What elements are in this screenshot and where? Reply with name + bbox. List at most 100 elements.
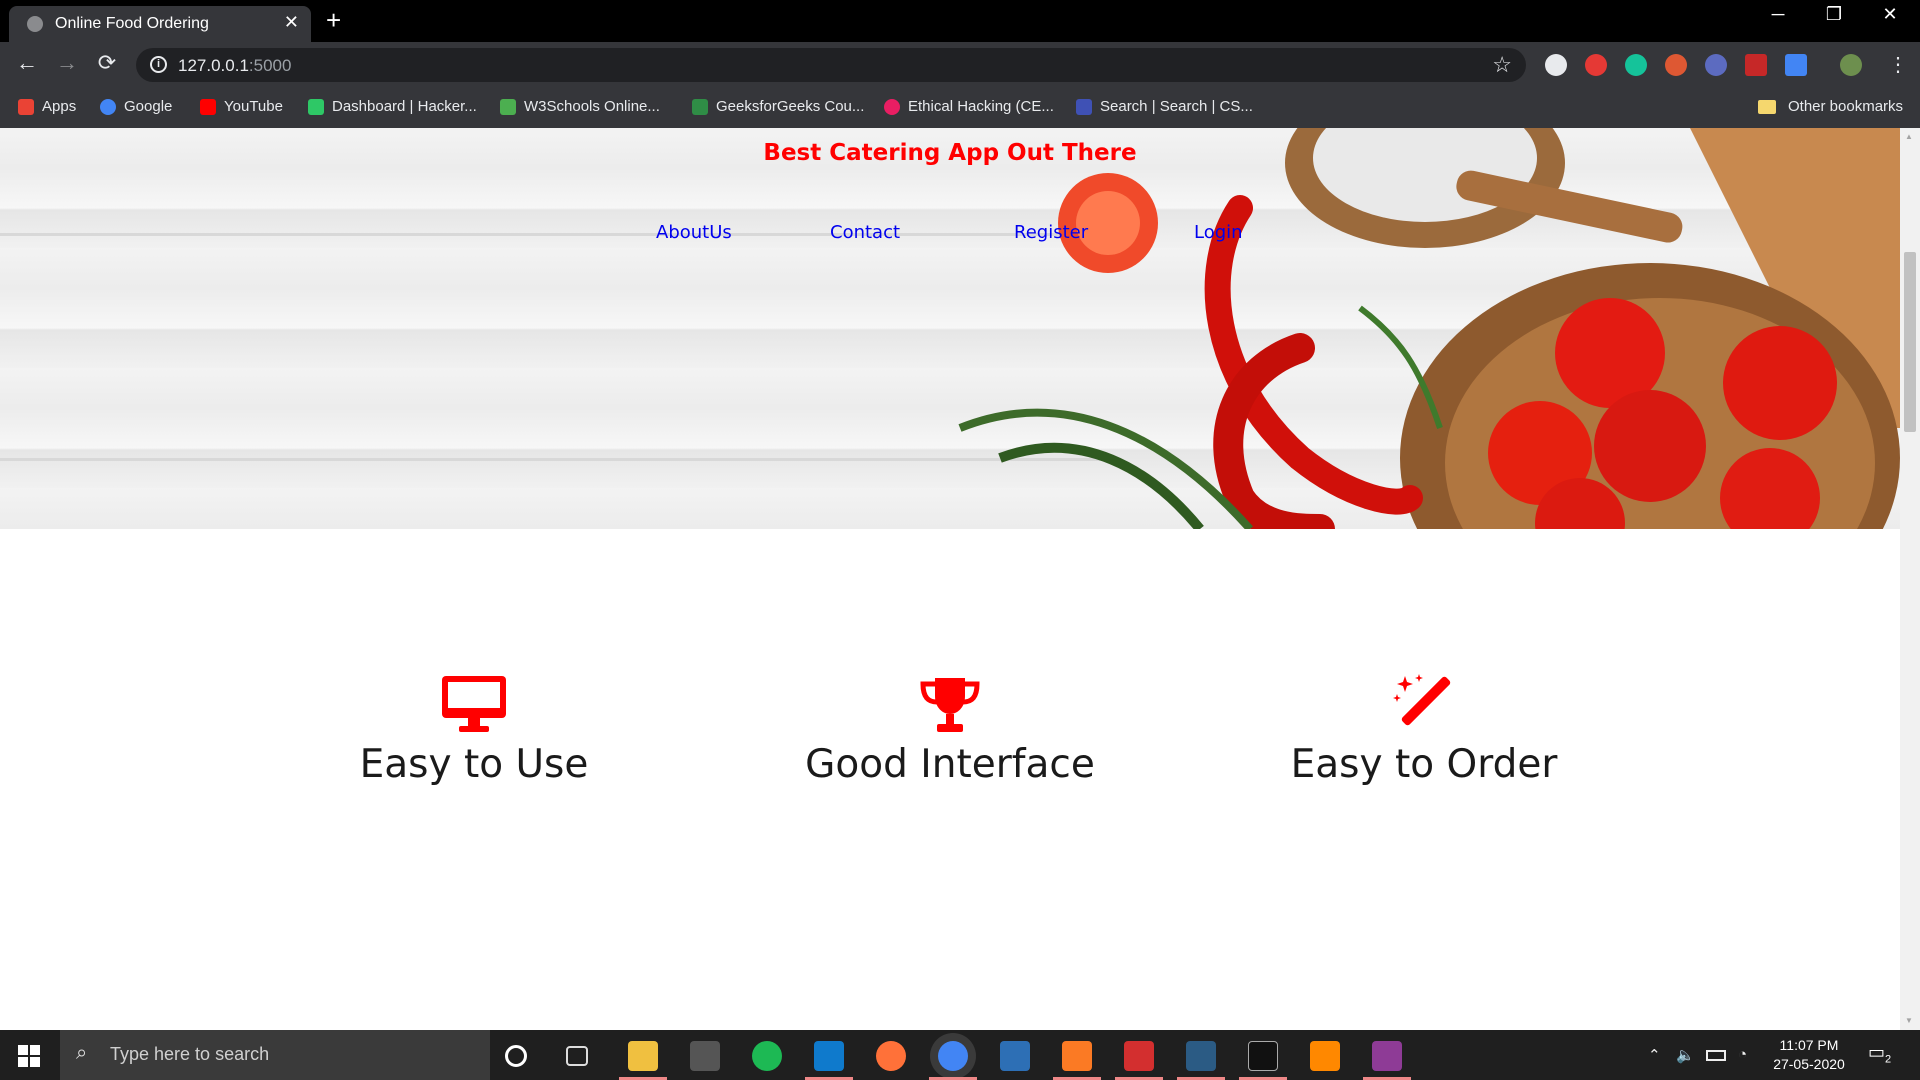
google-icon xyxy=(100,98,116,115)
bookmark-label: Apps xyxy=(42,98,77,115)
bookmark-apps[interactable]: Apps xyxy=(18,98,76,115)
tab-title: Online Food Ordering xyxy=(55,15,209,32)
battery-icon[interactable] xyxy=(1706,1050,1726,1061)
predator-sense-icon[interactable] xyxy=(690,1041,720,1071)
bookmark-label: GeeksforGeeks Cou... xyxy=(716,98,865,115)
site-title: Best Catering App Out There xyxy=(763,140,1137,166)
feature-title: Easy to Use xyxy=(359,742,589,787)
bookmark-search[interactable]: Search | Search | CS... xyxy=(1076,98,1253,115)
tab-close-icon[interactable]: ✕ xyxy=(284,12,299,33)
reload-button[interactable]: ⟳ xyxy=(92,50,122,76)
windows-start-icon[interactable] xyxy=(18,1045,40,1067)
volume-icon[interactable]: 🔈 xyxy=(1676,1046,1695,1064)
spotify-icon[interactable] xyxy=(752,1041,782,1071)
url-text: 127.0.0.1:5000 xyxy=(178,56,291,76)
ethical-hacking-icon xyxy=(884,98,900,115)
nav-link-contact[interactable]: Contact xyxy=(830,222,900,243)
bookmark-label: W3Schools Online... xyxy=(524,98,660,115)
geeksforgeeks-icon xyxy=(692,98,708,115)
tomato xyxy=(1594,390,1706,502)
vscode-icon[interactable] xyxy=(814,1041,844,1071)
bookmark-geeksforgeeks[interactable]: GeeksforGeeks Cou... xyxy=(692,98,864,115)
acrobat-icon[interactable] xyxy=(1124,1041,1154,1071)
bookmark-star-icon[interactable]: ☆ xyxy=(1492,52,1512,78)
grammarly-extension-icon[interactable] xyxy=(1625,54,1647,76)
address-bar[interactable]: i 127.0.0.1:5000 ☆ xyxy=(136,48,1526,82)
search-site-icon xyxy=(1076,98,1092,115)
scroll-down-icon[interactable]: ▼ xyxy=(1905,1016,1913,1025)
scrollbar-thumb[interactable] xyxy=(1904,252,1916,432)
chrome-icon[interactable] xyxy=(938,1041,968,1071)
bookmarks-bar: Apps Google YouTube Dashboard | Hacker..… xyxy=(0,88,1920,128)
url-port: :5000 xyxy=(248,56,292,75)
forward-button[interactable]: → xyxy=(52,50,82,76)
bookmark-hackerrank[interactable]: Dashboard | Hacker... xyxy=(308,98,477,115)
hackerrank-icon xyxy=(308,98,324,115)
bookmark-youtube[interactable]: YouTube xyxy=(200,98,283,115)
page-scrollbar[interactable]: ▲ ▼ xyxy=(1900,128,1920,1030)
bookmark-label: YouTube xyxy=(224,98,283,115)
restore-button[interactable]: ❐ xyxy=(1814,4,1854,25)
apps-grid-icon xyxy=(18,98,34,115)
youtube-icon xyxy=(200,98,216,115)
browser-tab[interactable]: Online Food Ordering ✕ xyxy=(9,6,311,42)
notification-count: 2 xyxy=(1885,1053,1892,1066)
other-bookmarks-label: Other bookmarks xyxy=(1788,98,1904,115)
adblock-extension-icon[interactable] xyxy=(1585,54,1607,76)
feature-easy-to-use: Easy to Use xyxy=(264,674,684,787)
back-button[interactable]: ← xyxy=(12,50,42,76)
file-explorer-icon[interactable] xyxy=(628,1041,658,1071)
bookmark-w3schools[interactable]: W3Schools Online... xyxy=(500,98,660,115)
browser-toolbar: ← → ⟳ i 127.0.0.1:5000 ☆ ⋮ xyxy=(0,42,1920,88)
speed-dial-extension-icon[interactable] xyxy=(1545,54,1567,76)
taskbar-search-box[interactable]: ⌕ Type here to search xyxy=(60,1030,490,1080)
info-icon[interactable]: i xyxy=(150,56,167,73)
other-bookmarks[interactable]: Other bookmarks xyxy=(1758,98,1903,115)
bookmark-google[interactable]: Google xyxy=(100,98,172,115)
bookmark-label: Dashboard | Hacker... xyxy=(332,98,477,115)
bookmark-ethical-hacking[interactable]: Ethical Hacking (CE... xyxy=(884,98,1054,115)
command-prompt-icon[interactable] xyxy=(1248,1041,1278,1071)
firefox-icon[interactable] xyxy=(876,1041,906,1071)
nav-link-login[interactable]: Login xyxy=(1194,222,1243,243)
w3schools-icon xyxy=(500,98,516,115)
url-host: 127.0.0.1 xyxy=(178,56,249,75)
vlc-icon[interactable] xyxy=(1310,1041,1340,1071)
hero-banner: Best Catering App Out There AboutUs Cont… xyxy=(0,128,1900,529)
tomato xyxy=(1723,326,1837,440)
close-window-button[interactable]: ✕ xyxy=(1870,4,1910,25)
new-tab-button[interactable]: + xyxy=(326,6,341,34)
clock-date: 27-05-2020 xyxy=(1773,1056,1845,1072)
reader-extension-icon[interactable] xyxy=(1745,54,1767,76)
duckduckgo-extension-icon[interactable] xyxy=(1665,54,1687,76)
scroll-up-icon[interactable]: ▲ xyxy=(1905,132,1913,141)
xampp-icon[interactable] xyxy=(1062,1041,1092,1071)
mysql-icon[interactable] xyxy=(1186,1041,1216,1071)
task-view-icon[interactable] xyxy=(566,1046,588,1066)
virtualbox-icon[interactable] xyxy=(1000,1041,1030,1071)
translate-extension-icon[interactable] xyxy=(1785,54,1807,76)
system-clock[interactable]: 11:07 PM 27-05-2020 xyxy=(1766,1036,1852,1074)
bookmark-label: Ethical Hacking (CE... xyxy=(908,98,1054,115)
chili-pepper xyxy=(1204,195,1423,515)
nav-link-aboutus[interactable]: AboutUs xyxy=(656,222,732,243)
nav-link-register[interactable]: Register xyxy=(1014,222,1088,243)
windows-taskbar: ⌕ Type here to search ⌃ 🔈 ◔ 11:07 PM 27-… xyxy=(0,1030,1920,1080)
browser-menu-icon[interactable]: ⋮ xyxy=(1888,52,1908,77)
tab-bar: Online Food Ordering ✕ + ─ ❐ ✕ xyxy=(0,0,1920,42)
cortana-icon[interactable] xyxy=(505,1045,527,1067)
search-placeholder: Type here to search xyxy=(110,1044,270,1064)
minimize-button[interactable]: ─ xyxy=(1758,4,1798,25)
feature-easy-to-order: Easy to Order xyxy=(1214,674,1634,787)
profile-avatar[interactable] xyxy=(1840,54,1862,76)
notification-center-icon[interactable]: ▭2 xyxy=(1868,1042,1891,1066)
feature-title: Easy to Order xyxy=(1290,742,1558,787)
wifi-icon[interactable]: ◔ xyxy=(1738,1046,1747,1063)
desktop-icon xyxy=(442,676,506,732)
winrar-icon[interactable] xyxy=(1372,1041,1402,1071)
show-hidden-icons-chevron-icon[interactable]: ⌃ xyxy=(1648,1046,1661,1064)
trophy-icon xyxy=(920,678,980,732)
wappalyzer-extension-icon[interactable] xyxy=(1705,54,1727,76)
feature-title: Good Interface xyxy=(805,742,1095,787)
food-illustration xyxy=(958,128,1900,529)
